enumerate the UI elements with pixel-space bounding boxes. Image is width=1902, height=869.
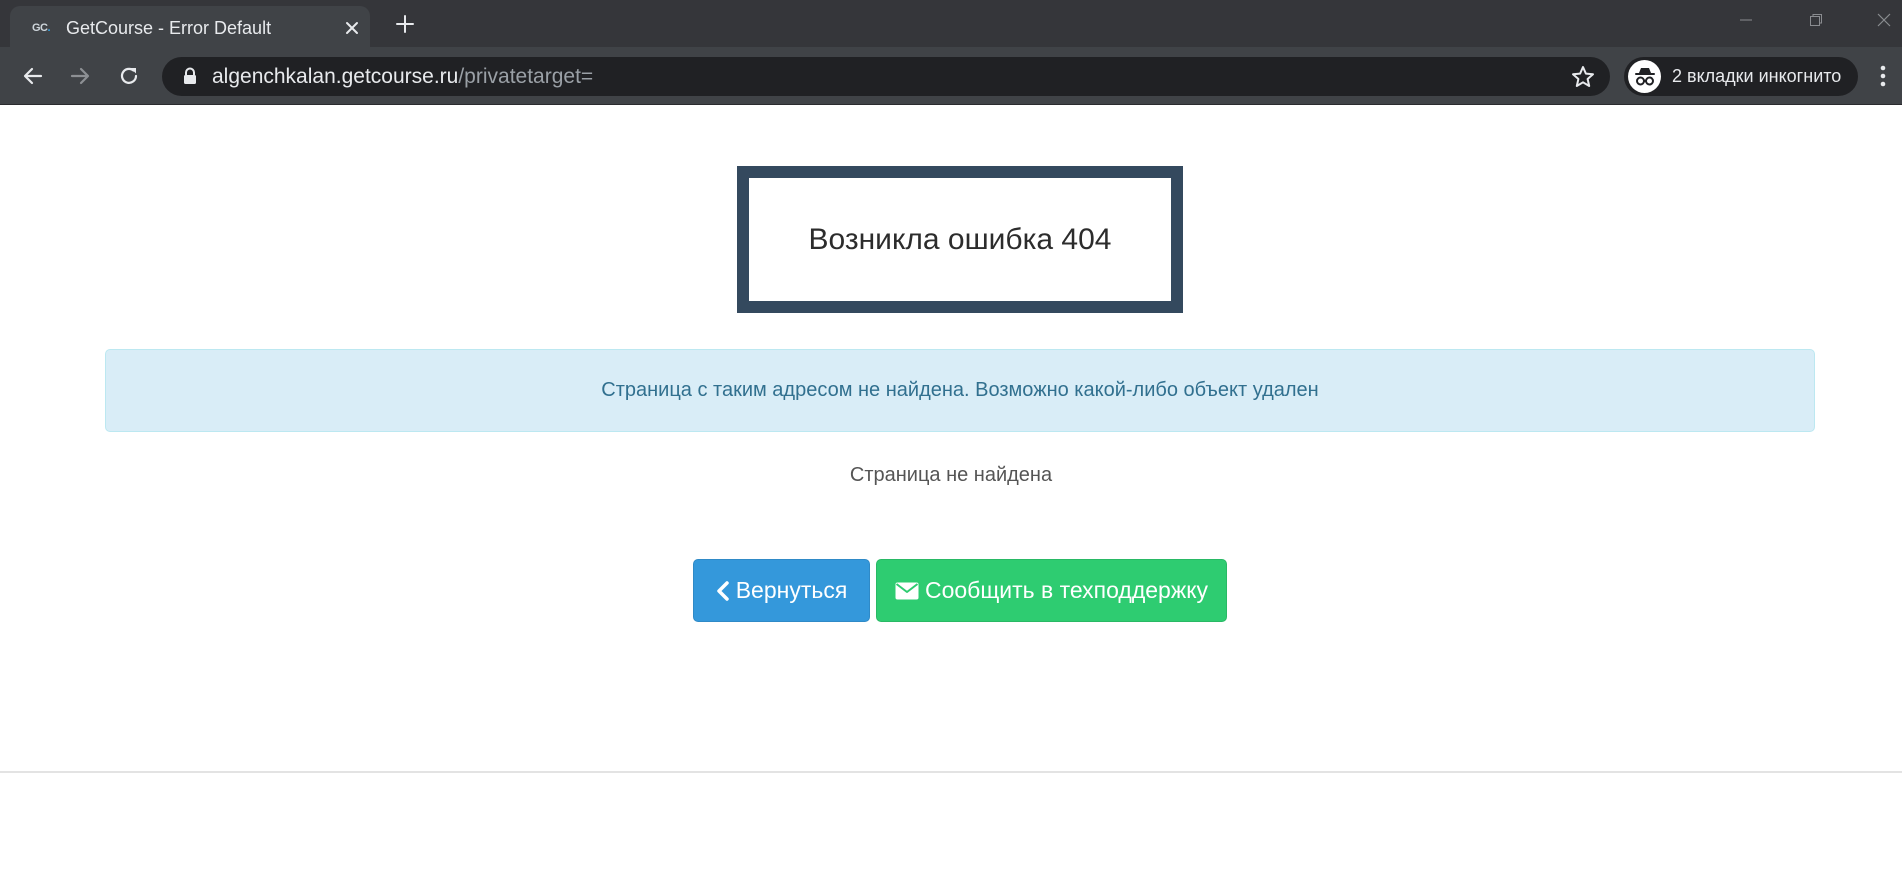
url-host: algenchkalan.getcourse.ru — [212, 65, 459, 88]
favicon-dot: . — [47, 22, 51, 34]
back-button-label: Вернуться — [735, 577, 848, 603]
browser-tabstrip: GC. GetCourse - Error Default — [0, 0, 1902, 47]
browser-tab[interactable]: GC. GetCourse - Error Default — [10, 6, 370, 47]
tab-title: GetCourse - Error Default — [66, 18, 272, 38]
plus-icon[interactable] — [392, 11, 418, 37]
page-content: Возникла ошибка 404 Страница с таким адр… — [0, 106, 1902, 869]
error-title: Возникла ошибка 404 — [808, 222, 1112, 256]
restore-icon[interactable] — [1788, 0, 1844, 40]
incognito-label: 2 вкладки инкогнито — [1672, 66, 1842, 86]
support-button-label: Сообщить в техподдержку — [924, 577, 1209, 603]
address-bar[interactable]: algenchkalan.getcourse.ru/privatetarget= — [162, 57, 1610, 96]
browser-toolbar: algenchkalan.getcourse.ru/privatetarget=… — [0, 47, 1902, 105]
not-found-subtext: Страница не найдена — [849, 464, 1053, 486]
incognito-icon — [1628, 60, 1661, 93]
back-button[interactable]: Вернуться — [693, 559, 870, 622]
footer-divider — [0, 771, 1902, 773]
kebab-menu-icon[interactable] — [1872, 60, 1894, 92]
incognito-indicator[interactable]: 2 вкладки инкогнито — [1624, 57, 1858, 96]
support-button[interactable]: Сообщить в техподдержку — [876, 559, 1227, 622]
favicon-text: GC — [31, 22, 48, 34]
arrow-left-icon[interactable] — [17, 60, 49, 92]
minimize-icon[interactable] — [1718, 0, 1774, 40]
url-path: /privatetarget= — [458, 65, 594, 88]
getcourse-favicon-icon: GC. — [30, 18, 52, 38]
lock-icon[interactable] — [182, 67, 198, 85]
envelope-icon — [895, 582, 919, 600]
window-close-icon[interactable] — [1856, 0, 1902, 40]
arrow-right-icon[interactable] — [64, 60, 96, 92]
star-icon[interactable] — [1570, 64, 1596, 90]
url-text[interactable]: algenchkalan.getcourse.ru/privatetarget= — [212, 65, 593, 89]
error-box: Возникла ошибка 404 — [737, 166, 1183, 313]
reload-icon[interactable] — [113, 60, 145, 92]
close-icon[interactable] — [340, 16, 364, 40]
info-alert: Страница с таким адресом не найдена. Воз… — [105, 349, 1815, 432]
chevron-left-icon — [716, 580, 730, 601]
alert-message: Страница с таким адресом не найдена. Воз… — [601, 379, 1319, 401]
